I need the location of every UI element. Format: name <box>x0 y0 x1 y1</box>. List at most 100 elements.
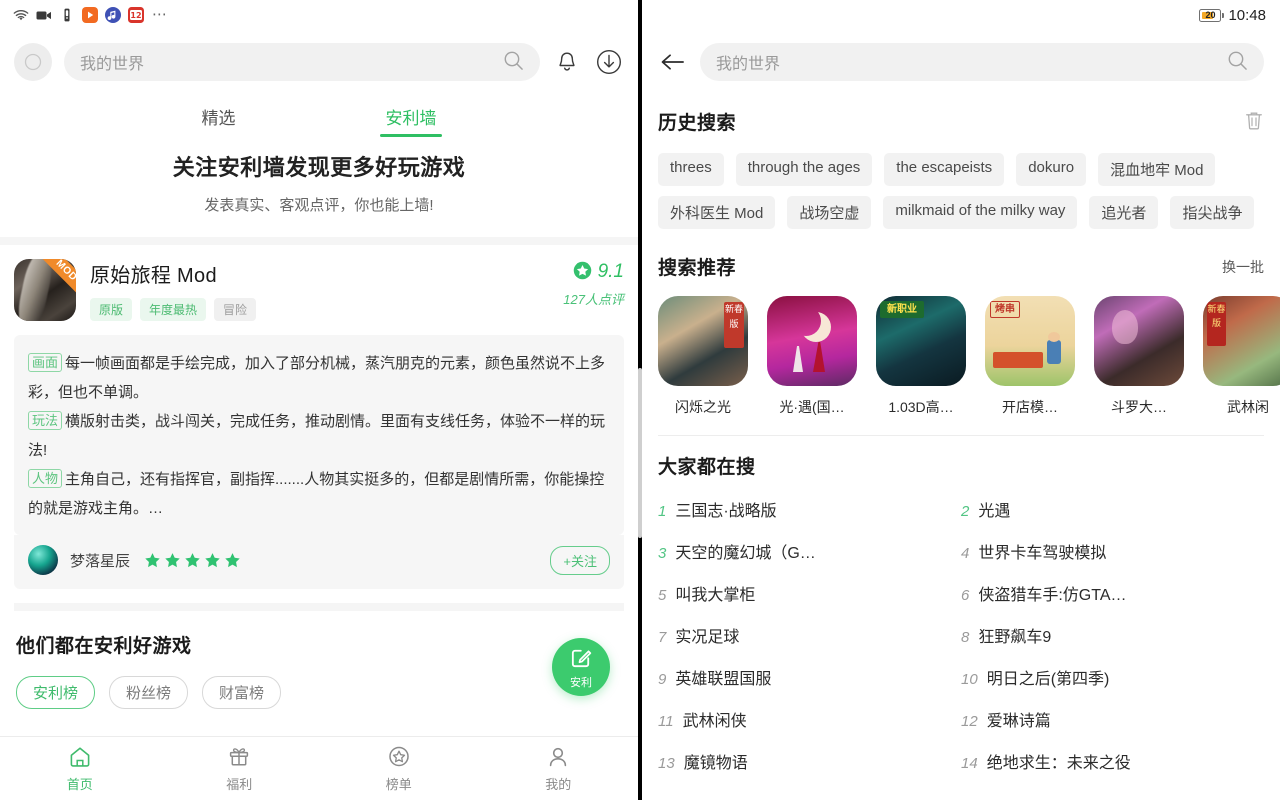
hot-search-item[interactable]: 8 狂野飙车9 <box>961 623 1264 647</box>
hot-name: 世界卡车驾驶模拟 <box>978 545 1107 562</box>
nav-mine[interactable]: 我的 <box>479 737 639 800</box>
hot-search-item[interactable]: 4 世界卡车驾驶模拟 <box>961 539 1264 563</box>
hot-name: 三国志·战略版 <box>675 503 777 520</box>
search-icon[interactable] <box>503 50 524 74</box>
avatar[interactable] <box>14 43 52 81</box>
hot-rank: 8 <box>961 629 970 646</box>
history-chip[interactable]: 追光者 <box>1089 196 1159 229</box>
review-label: 人物 <box>28 469 63 488</box>
hot-header: 大家都在搜 <box>658 452 1264 479</box>
search-icon[interactable] <box>1227 50 1248 74</box>
search-input[interactable]: 我的世界 <box>700 43 1264 81</box>
left-header: 我的世界 <box>0 30 638 94</box>
tab-featured[interactable]: 精选 <box>202 104 236 137</box>
bottom-navigation: 首页 福利 榜单 我的 <box>0 736 638 800</box>
hot-search-item[interactable]: 3 天空的魔幻城（G… <box>658 539 961 563</box>
hot-search-item[interactable]: 12 爱琳诗篇 <box>961 707 1264 731</box>
recommend-name: 光·遇(国… <box>779 399 845 415</box>
tab-anliqiang[interactable]: 安利墙 <box>386 104 437 137</box>
app-meta: 原始旅程 Mod 原版 年度最热 冒险 <box>90 259 549 321</box>
hot-search-item[interactable]: 7 实况足球 <box>658 623 961 647</box>
recommend-item[interactable]: 新春版 闪烁之光 <box>658 296 748 417</box>
nav-home[interactable]: 首页 <box>0 737 160 800</box>
hot-search-grid: 1 三国志·战略版 2 光遇 3 天空的魔幻城（G… 4 世界卡车驾驶模拟 5 叫我大掌柜… <box>658 497 1264 773</box>
badge: 新春版 <box>1207 302 1226 346</box>
history-chip[interactable]: dokuro <box>1016 153 1087 186</box>
hot-search-item[interactable]: 11 武林闲侠 <box>658 707 961 731</box>
right-status-bar: 20 10:48 <box>642 0 1280 30</box>
hot-rank: 10 <box>961 671 978 688</box>
history-chip[interactable]: 混血地牢 Mod <box>1098 153 1216 186</box>
battery-icon: 20 <box>1199 8 1224 22</box>
chip-wealth-rank[interactable]: 财富榜 <box>202 676 282 709</box>
hot-name: 侠盗猎车手:仿GTA… <box>978 587 1127 604</box>
calendar-app-icon: 12 <box>127 7 144 24</box>
review-card[interactable]: MOD 原始旅程 Mod 原版 年度最热 冒险 9.1 127人点评 画面 每一… <box>0 245 638 611</box>
compose-fab[interactable]: 安利 <box>552 638 610 696</box>
history-chip[interactable]: 外科医生 Mod <box>658 196 776 229</box>
hot-search-item[interactable]: 13 魔镜物语 <box>658 749 961 773</box>
hot-name: 狂野飙车9 <box>978 629 1052 646</box>
app-header-row: MOD 原始旅程 Mod 原版 年度最热 冒险 9.1 127人点评 <box>14 259 624 321</box>
chip-fans-rank[interactable]: 粉丝榜 <box>109 676 189 709</box>
hot-search-item[interactable]: 5 叫我大掌柜 <box>658 581 961 605</box>
download-icon[interactable] <box>594 47 624 77</box>
vibrate-icon <box>58 7 75 24</box>
nav-ranking[interactable]: 榜单 <box>319 737 479 800</box>
hero-subtitle: 发表真实、客观点评，你也能上墙! <box>204 197 434 214</box>
history-chip[interactable]: threes <box>658 153 724 186</box>
hot-search-item[interactable]: 10 明日之后(第四季) <box>961 665 1264 689</box>
hot-rank: 4 <box>961 545 970 562</box>
app-tag[interactable]: 冒险 <box>214 298 257 321</box>
history-chip[interactable]: the escapeists <box>884 153 1005 186</box>
history-chip[interactable]: milkmaid of the milky way <box>883 196 1078 229</box>
hot-search-item[interactable]: 1 三国志·战略版 <box>658 497 961 521</box>
search-input[interactable]: 我的世界 <box>64 43 540 81</box>
recommend-item[interactable]: 斗罗大… <box>1094 296 1184 417</box>
recommend-thumb: 新职业 <box>876 296 966 386</box>
edit-square-icon <box>569 645 594 673</box>
recommend-row: 新春版 闪烁之光 光·遇(国… 新职业 1.03D高… 烤串 开店模… 斗罗大…… <box>658 296 1280 417</box>
clock: 10:48 <box>1228 6 1266 24</box>
recommend-thumb <box>1094 296 1184 386</box>
bell-icon[interactable] <box>552 47 582 77</box>
hot-name: 明日之后(第四季) <box>986 671 1110 688</box>
history-chip[interactable]: through the ages <box>735 153 873 186</box>
section-separator <box>658 435 1264 436</box>
back-arrow-icon[interactable] <box>658 48 686 76</box>
recommend-item[interactable]: 光·遇(国… <box>767 296 857 417</box>
hot-rank: 11 <box>658 713 674 730</box>
app-tag[interactable]: 原版 <box>90 298 133 321</box>
history-header: 历史搜索 <box>658 108 1264 135</box>
badge: 新职业 <box>880 301 924 318</box>
recommend-item[interactable]: 新职业 1.03D高… <box>876 296 966 417</box>
chip-anli-rank[interactable]: 安利榜 <box>16 676 96 709</box>
nav-benefits[interactable]: 福利 <box>160 737 320 800</box>
recommend-item[interactable]: 烤串 开店模… <box>985 296 1075 417</box>
hot-rank: 9 <box>658 671 667 688</box>
app-icon[interactable]: MOD <box>14 259 76 321</box>
history-chip[interactable]: 战场空虚 <box>787 196 872 229</box>
follow-button[interactable]: +关注 <box>550 545 610 575</box>
recommend-name: 武林闲 <box>1227 399 1269 415</box>
hot-search-item[interactable]: 6 侠盗猎车手:仿GTA… <box>961 581 1264 605</box>
svg-text:12: 12 <box>130 11 141 20</box>
video-camera-icon <box>35 7 52 24</box>
recommend-item[interactable]: 新春版 武林闲 <box>1203 296 1280 417</box>
app-tag[interactable]: 年度最热 <box>140 298 207 321</box>
refresh-recommend-button[interactable]: 换一批 <box>1222 257 1264 277</box>
status-overflow-dots: ⋯ <box>152 6 168 23</box>
hot-search-item[interactable]: 2 光遇 <box>961 497 1264 521</box>
trash-icon[interactable] <box>1244 110 1264 134</box>
hot-search-item[interactable]: 14 绝地求生：未来之役 <box>961 749 1264 773</box>
reviewer-name: 梦落星辰 <box>70 552 131 570</box>
reviewer-avatar[interactable] <box>28 545 58 575</box>
score-box: 9.1 127人点评 <box>563 259 624 308</box>
hot-search-item[interactable]: 9 英雄联盟国服 <box>658 665 961 689</box>
recommend-name-text: 开店模… <box>1002 399 1058 415</box>
wifi-icon <box>12 7 29 24</box>
hot-name: 实况足球 <box>675 629 740 646</box>
history-chip[interactable]: 指尖战争 <box>1170 196 1255 229</box>
reviewer-row: 梦落星辰 +关注 <box>14 535 624 589</box>
right-search-panel: 20 10:48 我的世界 历史搜索 threes through the ag… <box>642 0 1280 800</box>
